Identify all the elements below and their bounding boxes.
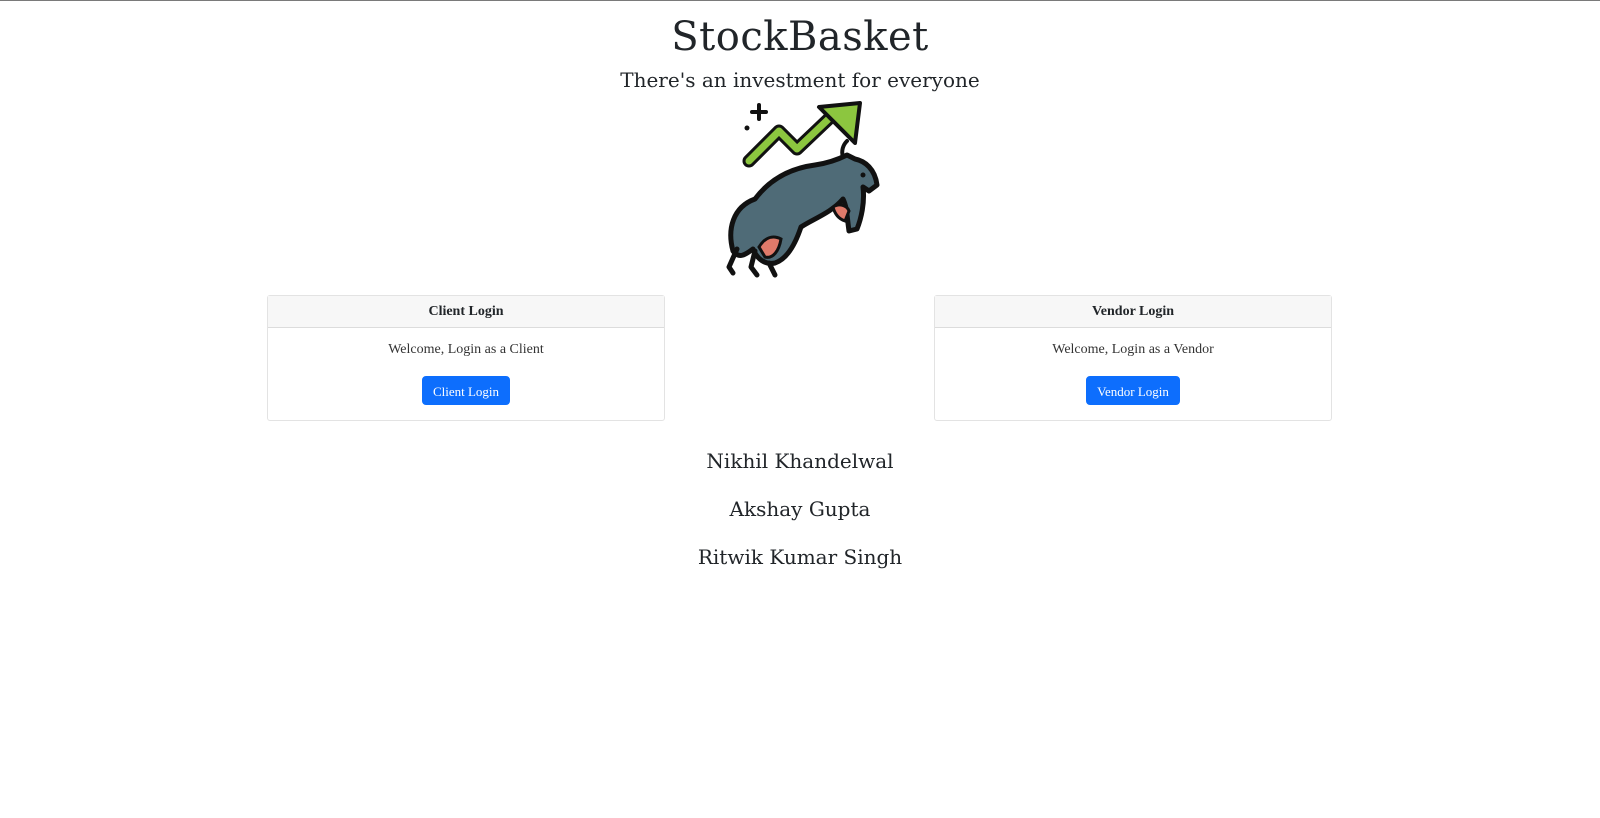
team-member-name: Akshay Gupta — [729, 497, 871, 521]
team-member-name: Ritwik Kumar Singh — [697, 545, 903, 569]
client-card-header: Client Login — [268, 296, 664, 328]
tagline: There's an investment for everyone — [620, 68, 980, 92]
vendor-card-header: Vendor Login — [935, 296, 1331, 328]
client-card-body: Welcome, Login as a Client Client Login — [268, 328, 664, 405]
login-cards: Client Login Welcome, Login as a Client … — [0, 295, 1600, 423]
client-card-text: Welcome, Login as a Client — [388, 342, 544, 357]
vendor-login-button[interactable]: Vendor Login — [1086, 376, 1180, 405]
hero: StockBasket There's an investment for ev… — [0, 1, 1600, 279]
client-login-button[interactable]: Client Login — [421, 376, 511, 405]
team-list: Nikhil Khandelwal Akshay Gupta Ritwik Ku… — [0, 449, 1600, 570]
page-title: StockBasket — [671, 14, 929, 60]
client-login-card: Client Login Welcome, Login as a Client … — [267, 295, 665, 421]
bull-market-icon — [715, 99, 885, 279]
vendor-card-text: Welcome, Login as a Vendor — [1052, 342, 1214, 357]
vendor-card-body: Welcome, Login as a Vendor Vendor Login — [935, 328, 1331, 405]
vendor-login-card: Vendor Login Welcome, Login as a Vendor … — [934, 295, 1332, 421]
team-member-name: Nikhil Khandelwal — [706, 449, 894, 473]
